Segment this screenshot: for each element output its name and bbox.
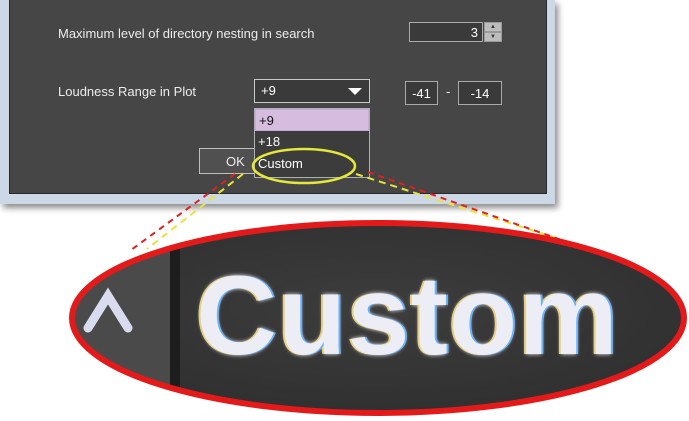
nesting-stepper[interactable]: ▲ ▼ <box>484 22 502 42</box>
dropdown-option-custom[interactable]: Custom <box>255 153 369 175</box>
chevron-down-icon[interactable] <box>348 88 362 95</box>
nesting-level-input[interactable]: 3 <box>409 22 483 42</box>
stepper-down-icon[interactable]: ▼ <box>484 32 502 42</box>
loudness-dropdown-list[interactable]: +9 +18 Custom <box>254 108 370 178</box>
nesting-label: Maximum level of directory nesting in se… <box>58 26 315 41</box>
zoom-cursor-fragment <box>83 287 133 333</box>
stepper-up-icon[interactable]: ▲ <box>484 22 502 32</box>
range-max-input[interactable]: -14 <box>458 81 502 105</box>
ok-button[interactable]: OK <box>199 148 255 174</box>
loudness-range-select[interactable]: +9 <box>254 79 370 103</box>
dropdown-option-9[interactable]: +9 <box>255 109 369 131</box>
zoom-custom-text: Custom <box>196 253 619 378</box>
dropdown-option-18[interactable]: +18 <box>255 131 369 153</box>
loudness-selected-value: +9 <box>261 83 276 98</box>
range-min-input[interactable]: -41 <box>405 81 438 105</box>
loudness-range-label: Loudness Range in Plot <box>58 84 197 99</box>
range-separator: - <box>446 84 451 99</box>
